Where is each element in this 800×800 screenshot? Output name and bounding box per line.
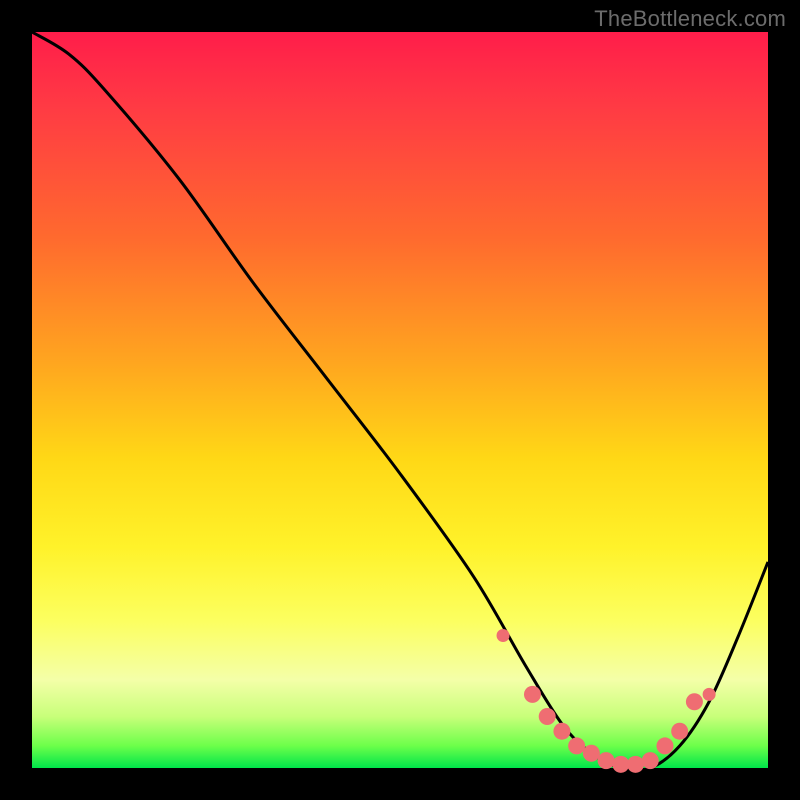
marker-dot	[612, 756, 629, 773]
marker-dot	[568, 737, 585, 754]
plot-area	[32, 32, 768, 768]
marker-dot	[598, 752, 615, 769]
marker-layer	[497, 629, 716, 773]
marker-dot	[583, 745, 600, 762]
marker-dot	[524, 686, 541, 703]
marker-dot	[686, 693, 703, 710]
marker-dot	[703, 688, 716, 701]
bottleneck-curve	[32, 32, 768, 770]
marker-dot	[539, 708, 556, 725]
chart-svg	[32, 32, 768, 768]
marker-dot	[627, 756, 644, 773]
marker-dot	[671, 723, 688, 740]
marker-dot	[656, 737, 673, 754]
marker-dot	[642, 752, 659, 769]
watermark-text: TheBottleneck.com	[594, 6, 786, 32]
curve-layer	[32, 32, 768, 770]
marker-dot	[553, 723, 570, 740]
marker-dot	[497, 629, 510, 642]
